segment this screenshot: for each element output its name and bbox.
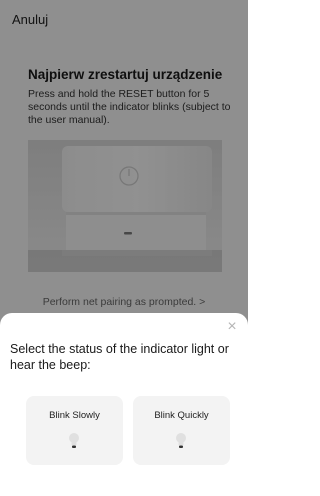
blink-quickly-option[interactable]: Blink Quickly — [133, 396, 230, 465]
bulb-icon — [69, 433, 79, 448]
option-label: Blink Quickly — [154, 410, 209, 421]
bulb-icon — [176, 433, 186, 448]
sheet-title: Select the status of the indicator light… — [10, 342, 229, 372]
option-label: Blink Slowly — [49, 410, 100, 421]
close-icon[interactable]: × — [224, 319, 240, 335]
blink-slowly-option[interactable]: Blink Slowly — [26, 396, 123, 465]
